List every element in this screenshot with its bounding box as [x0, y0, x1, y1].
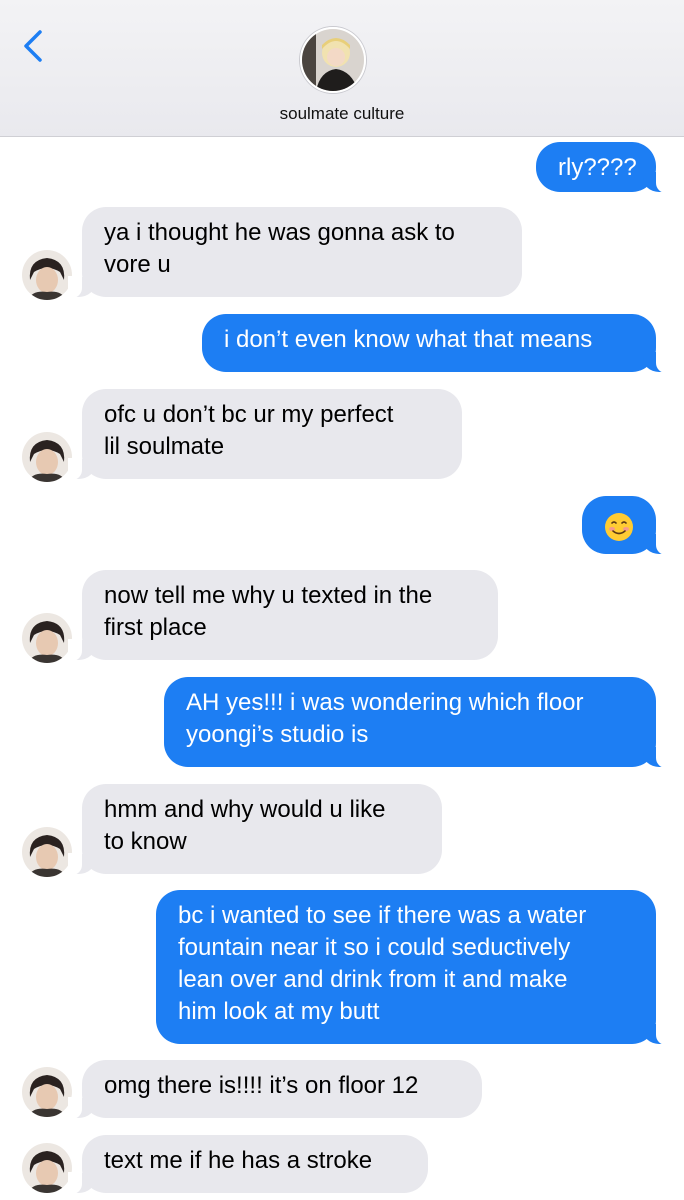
message-text: to know [104, 828, 187, 855]
contact-photo-icon [302, 29, 364, 91]
sender-avatar[interactable] [22, 827, 72, 877]
message-text: fountain near it so i could seductively [178, 934, 571, 961]
message-text: yoongi’s studio is [186, 721, 369, 748]
contact-name[interactable]: soulmate culture [0, 104, 684, 124]
outgoing-message[interactable] [582, 496, 670, 555]
message-text: ya i thought he was gonna ask to [104, 219, 455, 246]
incoming-message[interactable]: now tell me why u texted in the first pl… [68, 570, 498, 661]
chevron-left-icon[interactable] [18, 26, 48, 66]
sender-photo-icon [22, 432, 72, 482]
incoming-message[interactable]: hmm and why would u like to know [68, 784, 442, 875]
outgoing-message[interactable]: i don’t even know what that means [202, 314, 670, 373]
contact-avatar[interactable] [300, 27, 366, 93]
incoming-message[interactable]: omg there is!!!! it’s on floor 12 [68, 1060, 482, 1119]
outgoing-message[interactable]: rly???? [536, 142, 670, 193]
message-text: bc i wanted to see if there was a water [178, 902, 587, 929]
incoming-message[interactable]: text me if he has a stroke [68, 1135, 428, 1194]
sender-photo-icon [22, 250, 72, 300]
sender-avatar[interactable] [22, 432, 72, 482]
sender-avatar[interactable] [22, 1143, 72, 1193]
sender-photo-icon [22, 613, 72, 663]
sender-photo-icon [22, 1143, 72, 1193]
message-text: now tell me why u texted in the [104, 582, 433, 609]
sender-avatar[interactable] [22, 613, 72, 663]
incoming-message[interactable]: ya i thought he was gonna ask to vore u [68, 207, 522, 298]
message-text: rly???? [558, 154, 637, 181]
sender-avatar[interactable] [22, 1067, 72, 1117]
outgoing-message[interactable]: bc i wanted to see if there was a water … [156, 890, 670, 1045]
sender-photo-icon [22, 827, 72, 877]
message-text: lil soulmate [104, 433, 225, 460]
message-text: hmm and why would u like [104, 796, 386, 823]
sender-avatar[interactable] [22, 250, 72, 300]
message-text: text me if he has a stroke [104, 1147, 373, 1174]
message-text: AH yes!!! i was wondering which floor [186, 689, 584, 716]
message-text: i don’t even know what that means [224, 326, 593, 353]
message-text: vore u [104, 251, 171, 278]
smiling-face-emoji-icon [605, 512, 633, 541]
outgoing-message[interactable]: AH yes!!! i was wondering which floor yo… [164, 677, 670, 768]
sender-photo-icon [22, 1067, 72, 1117]
message-text: ofc u don’t bc ur my perfect [104, 401, 394, 428]
message-text: omg there is!!!! it’s on floor 12 [104, 1072, 419, 1099]
message-text: lean over and drink from it and make [178, 966, 568, 993]
message-text: him look at my butt [178, 998, 380, 1025]
incoming-message[interactable]: ofc u don’t bc ur my perfect lil soulmat… [68, 389, 462, 480]
conversation-header: soulmate culture [0, 0, 684, 137]
message-text: first place [104, 614, 207, 641]
